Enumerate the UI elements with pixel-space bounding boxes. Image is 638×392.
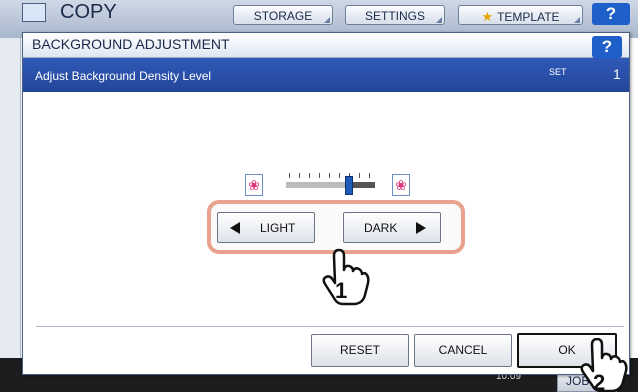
density-track-dark xyxy=(353,182,375,188)
star-icon: ★ xyxy=(481,9,494,24)
dialog-subtitle: Adjust Background Density Level xyxy=(35,69,212,83)
tab-template[interactable]: ★ TEMPLATE xyxy=(458,5,583,25)
light-button[interactable]: LIGHT xyxy=(217,212,315,243)
density-scale xyxy=(289,173,375,179)
light-button-label: LIGHT xyxy=(260,221,296,235)
set-value: 1 xyxy=(613,66,621,82)
set-label: SET xyxy=(549,67,567,77)
scale-tick xyxy=(319,173,320,178)
scale-tick xyxy=(339,173,340,178)
dark-button[interactable]: DARK xyxy=(343,212,441,243)
scale-tick xyxy=(299,173,300,178)
corner-icon xyxy=(436,17,442,23)
dark-button-label: DARK xyxy=(364,221,398,235)
scale-tick xyxy=(329,173,330,178)
tab-storage[interactable]: STORAGE xyxy=(233,5,333,25)
cancel-button[interactable]: CANCEL xyxy=(414,334,512,367)
scale-tick xyxy=(369,173,370,178)
scale-tick xyxy=(309,173,310,178)
left-arrow-icon xyxy=(230,222,240,234)
tab-settings[interactable]: SETTINGS xyxy=(345,5,445,25)
copy-title: COPY xyxy=(60,1,117,23)
scale-tick xyxy=(289,173,290,178)
right-arrow-icon xyxy=(416,222,426,234)
ok-button[interactable]: OK xyxy=(517,333,617,368)
dialog-divider xyxy=(36,326,624,327)
copy-icon xyxy=(22,3,46,22)
tab-storage-label: STORAGE xyxy=(253,9,313,23)
reset-button[interactable]: RESET xyxy=(311,334,409,367)
tab-template-label: TEMPLATE xyxy=(497,10,560,24)
corner-icon xyxy=(324,17,330,23)
tab-settings-label: SETTINGS xyxy=(364,9,425,23)
dialog-help-button[interactable]: ? xyxy=(592,36,622,58)
light-flower-icon: ❀ xyxy=(245,174,263,196)
background-panel xyxy=(0,38,21,358)
corner-icon xyxy=(574,17,580,23)
dialog-title: BACKGROUND ADJUSTMENT xyxy=(32,36,230,52)
density-track-light xyxy=(286,182,348,188)
scale-tick xyxy=(359,173,360,178)
dark-flower-icon: ❀ xyxy=(392,174,410,196)
help-button[interactable]: ? xyxy=(592,3,630,25)
density-indicator xyxy=(345,176,353,195)
